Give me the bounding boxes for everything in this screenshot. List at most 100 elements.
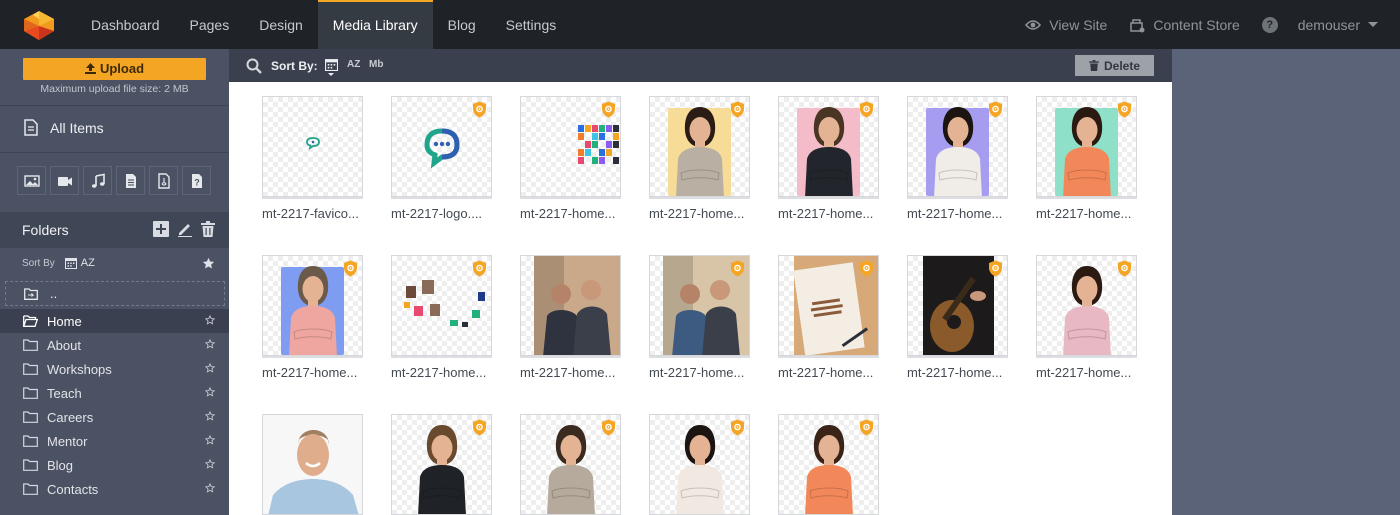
calendar-icon[interactable] bbox=[64, 257, 77, 269]
media-thumbnail[interactable] bbox=[391, 255, 492, 356]
sort-az-option[interactable]: AZ bbox=[347, 59, 360, 70]
filter-document-button[interactable] bbox=[116, 166, 145, 195]
media-item[interactable]: mt-2217-home... bbox=[907, 96, 1008, 221]
media-thumbnail[interactable] bbox=[1036, 255, 1137, 356]
thumbnail-underline bbox=[907, 356, 1008, 358]
media-filename: mt-2217-home... bbox=[391, 365, 487, 380]
folder-name: Blog bbox=[47, 457, 74, 473]
nav-blog[interactable]: Blog bbox=[433, 0, 491, 49]
content-store-link[interactable]: Content Store bbox=[1129, 17, 1240, 33]
star-outline-icon[interactable] bbox=[205, 411, 215, 421]
media-thumbnail[interactable] bbox=[520, 255, 621, 356]
document-icon bbox=[24, 119, 38, 136]
media-thumbnail[interactable] bbox=[778, 414, 879, 515]
all-items-link[interactable]: All Items bbox=[24, 119, 104, 136]
filter-unknown-file-button[interactable]: ? bbox=[182, 166, 211, 195]
nav-design[interactable]: Design bbox=[244, 0, 318, 49]
media-item[interactable]: mt-2217-home... bbox=[520, 96, 621, 221]
delete-button[interactable]: Delete bbox=[1075, 55, 1154, 76]
sort-size-option[interactable]: Mb bbox=[369, 59, 383, 70]
folder-item-about[interactable]: About bbox=[0, 333, 229, 357]
shield-badge-icon bbox=[860, 101, 873, 118]
media-item[interactable]: mt-2217-home... bbox=[262, 255, 363, 380]
media-thumbnail[interactable] bbox=[262, 96, 363, 197]
media-item[interactable]: mt-2217-home... bbox=[1036, 96, 1137, 221]
media-item[interactable]: mt-2217-home... bbox=[649, 255, 750, 380]
media-thumbnail[interactable] bbox=[907, 96, 1008, 197]
media-thumbnail[interactable] bbox=[262, 255, 363, 356]
media-thumbnail[interactable] bbox=[778, 255, 879, 356]
folder-item-careers[interactable]: Careers bbox=[0, 405, 229, 429]
media-item[interactable]: mt-2217-favico... bbox=[262, 96, 363, 221]
calendar-icon[interactable] bbox=[325, 58, 338, 71]
star-outline-icon[interactable] bbox=[205, 483, 215, 493]
filter-pdf-button[interactable] bbox=[149, 166, 178, 195]
folder-item-contacts[interactable]: Contacts bbox=[0, 477, 229, 501]
app-logo[interactable] bbox=[22, 9, 56, 41]
media-item[interactable]: mt-2217-home... bbox=[649, 96, 750, 221]
star-outline-icon[interactable] bbox=[205, 459, 215, 469]
folder-item-mentor[interactable]: Mentor bbox=[0, 429, 229, 453]
media-thumbnail[interactable] bbox=[391, 96, 492, 197]
thumbnail-underline bbox=[1036, 356, 1137, 358]
media-item[interactable]: mt-2217-home... bbox=[1036, 255, 1137, 380]
star-outline-icon[interactable] bbox=[205, 315, 215, 325]
media-item[interactable] bbox=[649, 414, 750, 515]
delete-folder-icon[interactable] bbox=[201, 221, 215, 242]
media-item[interactable] bbox=[778, 414, 879, 515]
filter-music-button[interactable] bbox=[83, 166, 112, 195]
media-item[interactable]: mt-2217-home... bbox=[391, 255, 492, 380]
folder-item-workshops[interactable]: Workshops bbox=[0, 357, 229, 381]
type-filter-row: ? bbox=[17, 166, 215, 195]
search-icon[interactable] bbox=[246, 58, 262, 74]
star-icon[interactable] bbox=[202, 257, 215, 270]
pdf-icon bbox=[157, 172, 170, 189]
media-thumbnail[interactable] bbox=[1036, 96, 1137, 197]
filter-image-button[interactable] bbox=[17, 166, 46, 195]
media-item[interactable] bbox=[262, 414, 363, 515]
media-item[interactable] bbox=[391, 414, 492, 515]
media-thumbnail[interactable] bbox=[649, 96, 750, 197]
media-item[interactable]: mt-2217-home... bbox=[778, 96, 879, 221]
media-filename: mt-2217-home... bbox=[907, 365, 1003, 380]
media-item[interactable]: mt-2217-home... bbox=[778, 255, 879, 380]
media-filename: mt-2217-home... bbox=[1036, 365, 1132, 380]
view-site-link[interactable]: View Site bbox=[1025, 17, 1107, 33]
folder-icon bbox=[23, 435, 38, 447]
sort-az-option[interactable]: AZ bbox=[81, 257, 95, 269]
media-item[interactable]: mt-2217-logo.... bbox=[391, 96, 492, 221]
media-thumbnail[interactable] bbox=[520, 96, 621, 197]
star-outline-icon[interactable] bbox=[205, 387, 215, 397]
help-icon[interactable]: ? bbox=[1261, 16, 1278, 33]
upload-button[interactable]: Upload bbox=[23, 58, 206, 80]
nav-settings[interactable]: Settings bbox=[491, 0, 572, 49]
media-thumbnail[interactable] bbox=[649, 414, 750, 515]
star-outline-icon[interactable] bbox=[205, 435, 215, 445]
folder-item-home[interactable]: Home bbox=[0, 309, 229, 333]
nav-dashboard[interactable]: Dashboard bbox=[76, 0, 175, 49]
parent-folder-item[interactable]: .. bbox=[5, 281, 225, 306]
user-menu[interactable]: demouser bbox=[1298, 17, 1378, 33]
media-thumbnail[interactable] bbox=[907, 255, 1008, 356]
add-folder-icon[interactable] bbox=[153, 221, 169, 242]
media-thumbnail[interactable] bbox=[520, 414, 621, 515]
media-thumbnail[interactable] bbox=[391, 414, 492, 515]
star-outline-icon[interactable] bbox=[205, 363, 215, 373]
media-thumbnail[interactable] bbox=[649, 255, 750, 356]
nav-media-library[interactable]: Media Library bbox=[317, 0, 433, 49]
media-item[interactable]: mt-2217-home... bbox=[907, 255, 1008, 380]
folder-item-blog[interactable]: Blog bbox=[0, 453, 229, 477]
media-thumbnail[interactable] bbox=[262, 414, 363, 515]
media-item[interactable]: mt-2217-home... bbox=[520, 255, 621, 380]
thumbnail-underline bbox=[649, 356, 750, 358]
star-outline-icon[interactable] bbox=[205, 339, 215, 349]
media-item[interactable] bbox=[520, 414, 621, 515]
shield-badge-icon bbox=[731, 260, 744, 277]
media-thumbnail[interactable] bbox=[778, 96, 879, 197]
folder-item-teach[interactable]: Teach bbox=[0, 381, 229, 405]
nav-pages[interactable]: Pages bbox=[175, 0, 245, 49]
image-icon bbox=[23, 174, 40, 187]
folders-header: Folders bbox=[0, 212, 229, 248]
edit-folder-icon[interactable] bbox=[177, 221, 193, 242]
filter-video-button[interactable] bbox=[50, 166, 79, 195]
